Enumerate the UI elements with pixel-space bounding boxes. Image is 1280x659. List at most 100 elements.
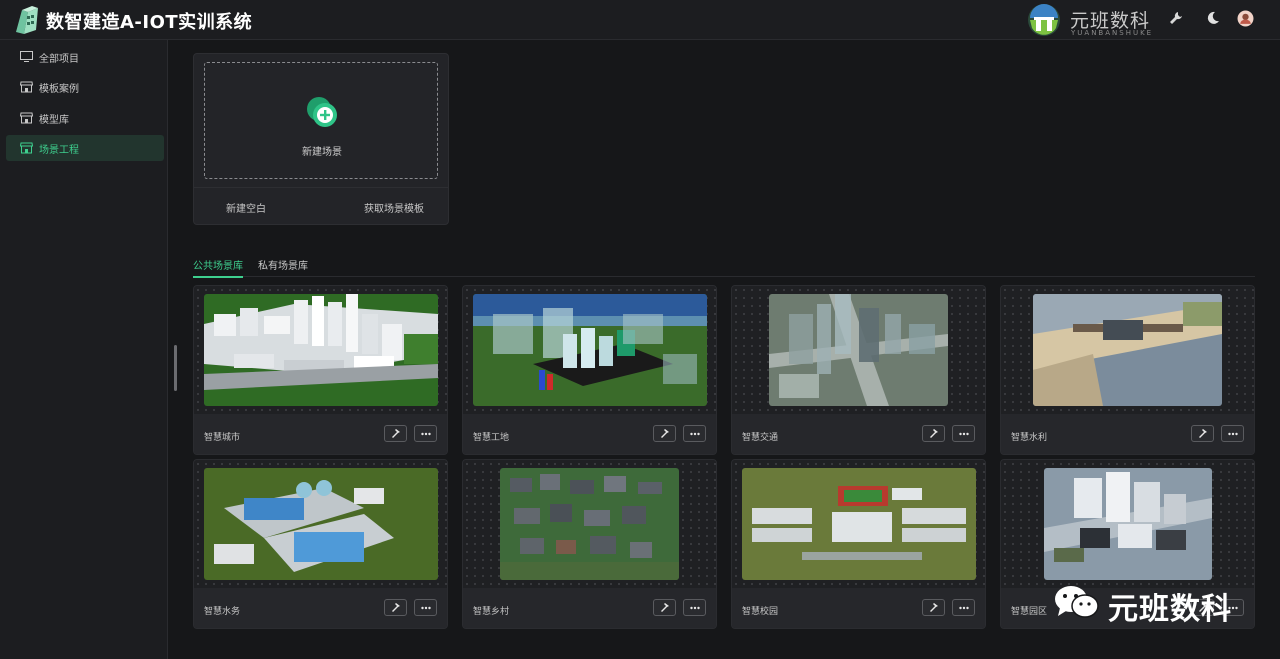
hammer-icon — [661, 603, 669, 612]
card-caption: 智慧水利 — [1001, 414, 1254, 454]
more-button[interactable] — [952, 599, 975, 616]
edit-button[interactable] — [922, 599, 945, 616]
scene-card-smart-water-affairs[interactable]: 智慧水务 — [193, 459, 448, 629]
tab-public-scenes[interactable]: 公共场景库 — [193, 257, 243, 278]
moon-icon[interactable] — [1205, 10, 1221, 26]
scene-thumbnail[interactable] — [500, 468, 679, 580]
monitor-icon — [20, 51, 33, 62]
scene-name: 智慧交通 — [742, 433, 779, 443]
hammer-icon — [661, 429, 669, 438]
scene-card-smart-traffic[interactable]: 智慧交通 — [731, 285, 986, 455]
scene-thumbnail[interactable] — [1033, 294, 1222, 406]
thumbnail-area — [732, 460, 985, 588]
thumbnail-area — [194, 286, 447, 414]
edit-button[interactable] — [384, 599, 407, 616]
sidebar-item-label: 全部项目 — [39, 54, 79, 65]
more-icon — [421, 432, 431, 436]
store-icon — [20, 112, 33, 124]
card-caption: 智慧城市 — [194, 414, 447, 454]
more-icon — [690, 432, 700, 436]
scene-name: 智慧城市 — [204, 433, 241, 443]
hammer-icon — [930, 429, 938, 438]
hammer-icon — [392, 429, 400, 438]
scene-library-tabs: 公共场景库 私有场景库 — [193, 255, 1255, 278]
get-template-button[interactable]: 获取场景模板 — [364, 200, 424, 215]
hammer-icon — [392, 603, 400, 612]
scene-name: 智慧水务 — [204, 607, 241, 617]
scene-thumbnail[interactable] — [1044, 468, 1212, 580]
sidebar-item-all-projects[interactable]: 全部项目 — [6, 44, 164, 70]
scene-card-smart-water-conservancy[interactable]: 智慧水利 — [1000, 285, 1255, 455]
thumbnail-area — [1001, 460, 1254, 588]
scene-thumbnail[interactable] — [769, 294, 948, 406]
more-button[interactable] — [683, 425, 706, 442]
edit-button[interactable] — [653, 425, 676, 442]
more-icon — [1228, 432, 1238, 436]
wechat-icon — [1055, 586, 1099, 618]
new-scene-label: 新建场景 — [302, 147, 342, 158]
sidebar-item-model-library[interactable]: 模型库 — [6, 105, 164, 131]
sidebar-item-label: 场景工程 — [39, 145, 79, 156]
more-icon — [690, 606, 700, 610]
card-caption: 智慧交通 — [732, 414, 985, 454]
scene-card-smart-campus[interactable]: 智慧校园 — [731, 459, 986, 629]
more-button[interactable] — [952, 425, 975, 442]
wechat-watermark: 元班数科 — [1052, 580, 1252, 627]
logo-icon — [16, 6, 38, 34]
sidebar-item-label: 模型库 — [39, 115, 69, 126]
more-icon — [959, 432, 969, 436]
more-button[interactable] — [683, 599, 706, 616]
scene-name: 智慧水利 — [1011, 433, 1048, 443]
add-scene-icon[interactable] — [305, 95, 341, 131]
more-icon — [421, 606, 431, 610]
edit-button[interactable] — [1191, 425, 1214, 442]
thumbnail-area — [463, 286, 716, 414]
sidebar-item-scene-projects[interactable]: 场景工程 — [6, 135, 164, 161]
edit-button[interactable] — [922, 425, 945, 442]
scene-card-smart-site[interactable]: 智慧工地 — [462, 285, 717, 455]
card-caption: 智慧乡村 — [463, 588, 716, 628]
scene-name: 智慧工地 — [473, 433, 510, 443]
top-bar: 数智建造A-IOT实训系统 元班数科 YUANBANSHUKE — [0, 0, 1280, 40]
scene-thumbnail[interactable] — [204, 468, 438, 580]
thumbnail-area — [1001, 286, 1254, 414]
more-button[interactable] — [414, 425, 437, 442]
thumbnail-area — [463, 460, 716, 588]
store-icon — [20, 142, 33, 154]
scene-name: 智慧园区 — [1011, 607, 1048, 617]
thumbnail-area — [732, 286, 985, 414]
card-caption: 智慧水务 — [194, 588, 447, 628]
scene-name: 智慧乡村 — [473, 607, 510, 617]
tab-private-scenes[interactable]: 私有场景库 — [258, 257, 308, 276]
hammer-icon — [1199, 429, 1207, 438]
scene-thumbnail[interactable] — [742, 468, 976, 580]
scene-card-smart-city[interactable]: 智慧城市 — [193, 285, 448, 455]
new-blank-button[interactable]: 新建空白 — [226, 200, 266, 215]
sidebar-item-template-cases[interactable]: 模板案例 — [6, 74, 164, 100]
scene-thumbnail[interactable] — [473, 294, 707, 406]
more-button[interactable] — [414, 599, 437, 616]
edit-button[interactable] — [653, 599, 676, 616]
more-icon — [959, 606, 969, 610]
more-button[interactable] — [1221, 425, 1244, 442]
brand-mark-icon — [1028, 4, 1060, 36]
card-caption: 智慧校园 — [732, 588, 985, 628]
hammer-icon — [930, 603, 938, 612]
panel-resize-handle[interactable] — [174, 345, 177, 391]
sidebar-item-label: 模板案例 — [39, 84, 79, 95]
store-icon — [20, 81, 33, 93]
scene-card-smart-village[interactable]: 智慧乡村 — [462, 459, 717, 629]
new-scene-dropzone[interactable]: 新建场景 — [204, 62, 438, 179]
card-caption: 智慧工地 — [463, 414, 716, 454]
user-avatar[interactable] — [1237, 10, 1254, 27]
scene-name: 智慧校园 — [742, 607, 779, 617]
brand-subtitle: YUANBANSHUKE — [1071, 29, 1154, 37]
new-scene-card: 新建场景 新建空白 获取场景模板 — [193, 53, 449, 225]
watermark-text: 元班数科 — [1108, 592, 1232, 627]
scene-thumbnail[interactable] — [204, 294, 438, 406]
app-title: 数智建造A-IOT实训系统 — [46, 12, 253, 33]
sidebar: 全部项目 模板案例 模型库 场景工程 — [0, 40, 168, 659]
thumbnail-area — [194, 460, 447, 588]
edit-button[interactable] — [384, 425, 407, 442]
wrench-icon[interactable] — [1168, 10, 1184, 26]
